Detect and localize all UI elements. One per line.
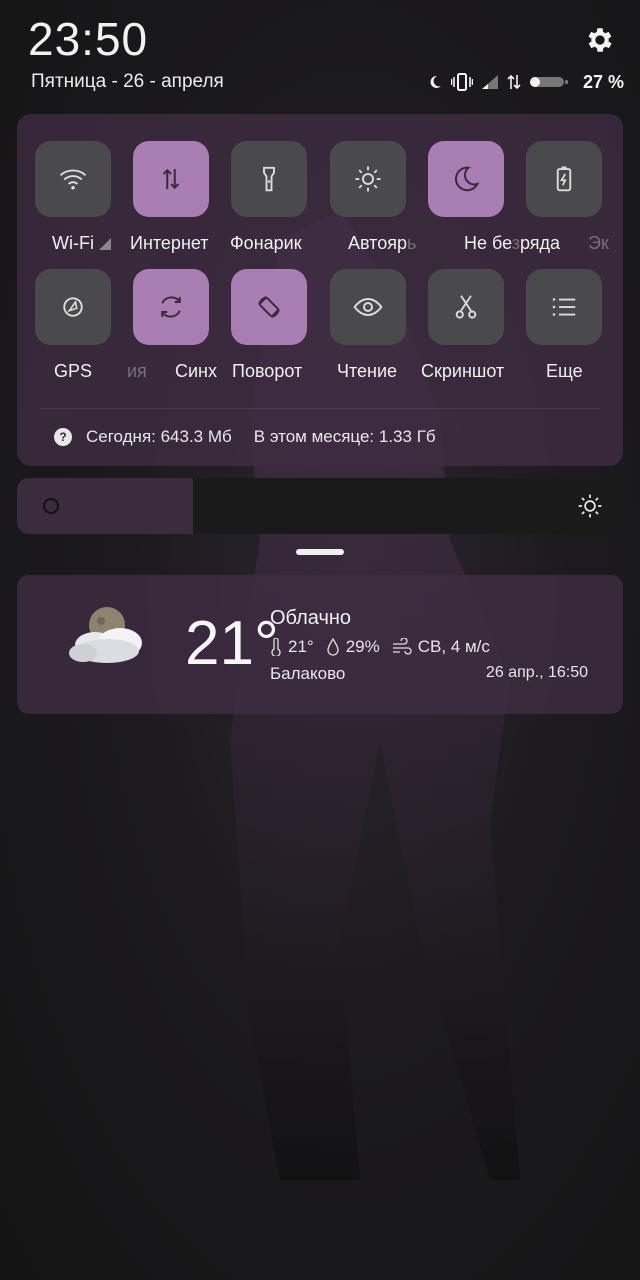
wifi-label: Wi-Fi — [52, 233, 111, 254]
brightness-auto-icon — [355, 166, 381, 192]
weather-condition: Облачно — [270, 607, 352, 629]
rotate-tile[interactable] — [231, 269, 307, 345]
scissors-icon — [455, 295, 477, 319]
wind-icon — [392, 638, 412, 655]
wifi-icon — [59, 169, 87, 190]
battery-saver-tile[interactable] — [526, 141, 602, 217]
eye-icon — [353, 297, 383, 317]
weather-card[interactable]: 21° Облачно 21° 29% СВ, 4 м/с Балаково 2… — [17, 575, 623, 714]
more-tile[interactable] — [526, 269, 602, 345]
gps-tile[interactable] — [35, 269, 111, 345]
battery-saver-icon — [556, 166, 572, 192]
drag-handle[interactable] — [296, 549, 344, 555]
date-label: Пятница - 26 - апреля — [31, 71, 224, 92]
settings-button[interactable] — [580, 20, 620, 60]
moon-icon — [427, 74, 443, 90]
flashlight-tile[interactable] — [231, 141, 307, 217]
weather-details: 21° 29% СВ, 4 м/с — [270, 637, 490, 657]
flashlight-icon — [263, 166, 275, 192]
mobile-data-label: Интернет — [130, 233, 209, 253]
auto-brightness-label: Автоярь — [348, 233, 417, 253]
humidity-icon — [327, 638, 339, 656]
mobile-data-icon — [162, 168, 180, 190]
gps-label: GPS — [54, 361, 93, 381]
screenshot-label: Скриншот — [421, 361, 505, 381]
quick-settings-panel: Wi-Fi Интернет Фонарик Автоярь Не безряд… — [17, 114, 623, 466]
weather-city: Балаково — [270, 664, 346, 683]
data-arrows-icon — [507, 74, 521, 90]
cloudy-night-icon — [69, 607, 142, 663]
expand-triangle-icon — [99, 238, 111, 251]
vibrate-icon — [450, 73, 473, 91]
sync-icon — [161, 296, 181, 318]
menu-list-icon — [552, 298, 576, 316]
sync-label: Синх — [175, 361, 217, 381]
sync-tile[interactable] — [133, 269, 209, 345]
data-usage-month: В этом месяце: 1.33 Гб — [253, 427, 436, 446]
do-not-disturb-label: Не безряда — [464, 233, 561, 253]
humidity: 29% — [345, 637, 380, 656]
reading-mode-tile[interactable] — [330, 269, 406, 345]
battery-percent: 27 % — [582, 71, 624, 92]
signal-icon — [481, 74, 499, 90]
flashlight-label: Фонарик — [230, 233, 302, 253]
auto-brightness-tile[interactable] — [330, 141, 406, 217]
rotate-icon — [258, 296, 280, 318]
do-not-disturb-tile[interactable] — [428, 141, 504, 217]
brightness-thumb[interactable] — [43, 498, 59, 514]
status-bar: 27 % — [427, 70, 624, 94]
wifi-tile[interactable] — [35, 141, 111, 217]
gps-icon — [63, 297, 83, 317]
divider — [40, 408, 600, 409]
clock: 23:50 — [28, 13, 149, 65]
sun-icon — [578, 494, 602, 518]
thermometer-icon — [271, 638, 281, 656]
row2-fragment-label: ия — [127, 361, 147, 381]
rotate-label: Поворот — [232, 361, 303, 381]
wind: СВ, 4 м/с — [417, 637, 490, 656]
screenshot-tile[interactable] — [428, 269, 504, 345]
data-usage-today: Сегодня: 643.3 Мб — [86, 427, 232, 446]
battery-icon — [529, 74, 569, 90]
brightness-slider[interactable] — [17, 478, 623, 534]
weather-temperature: 21° — [185, 609, 279, 678]
feels-temp: 21° — [288, 637, 314, 656]
help-icon: ? — [54, 428, 72, 446]
reading-mode-label: Чтение — [337, 361, 398, 381]
data-usage-row[interactable]: ? Сегодня: 643.3 Мб В этом месяце: 1.33 … — [54, 427, 436, 447]
battery-saver-label: Эк — [588, 233, 609, 253]
more-label: Еще — [546, 361, 583, 381]
weather-updated: 26 апр., 16:50 — [485, 664, 588, 681]
do-not-disturb-icon — [454, 166, 480, 192]
gear-icon — [588, 28, 612, 52]
mobile-data-tile[interactable] — [133, 141, 209, 217]
